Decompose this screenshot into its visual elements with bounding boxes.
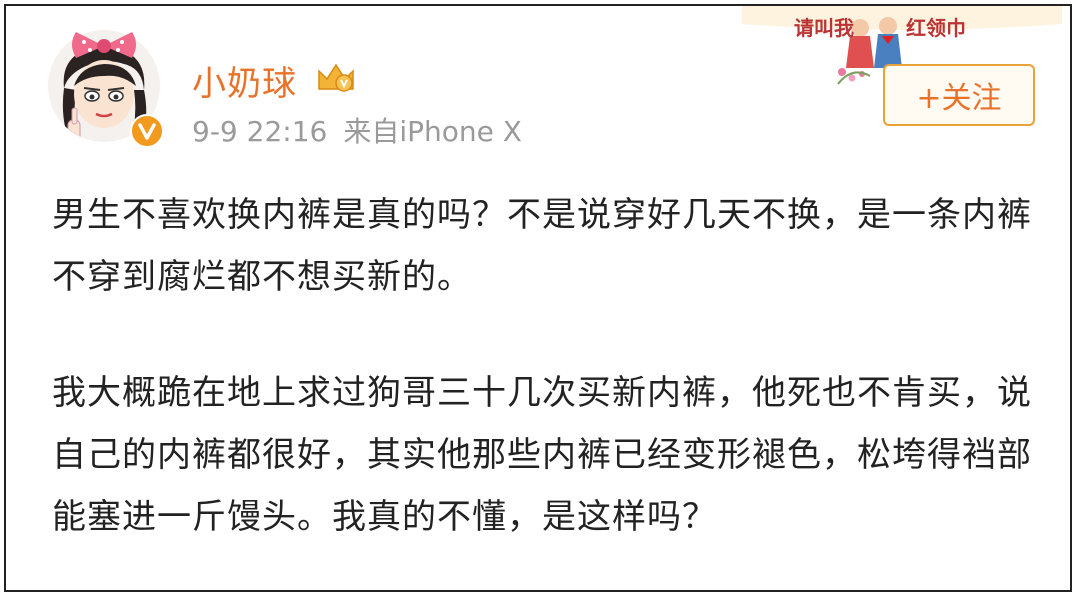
banner-left-text: 请叫我 — [794, 16, 854, 40]
banner-right-text: 红领巾 — [906, 16, 966, 40]
vip-crown-icon — [318, 63, 354, 92]
post-time: 9-9 22:16 — [192, 115, 328, 148]
follow-button[interactable]: +关注 — [883, 64, 1035, 126]
username[interactable]: 小奶球 — [192, 56, 297, 105]
post-content: 男生不喜欢换内裤是真的吗？不是说穿好几天不换，是一条内裤不穿到腐烂都不想买新的。… — [52, 184, 1042, 548]
post-meta: 9-9 22:16 来自iPhone X — [192, 110, 522, 150]
post-paragraph-1: 男生不喜欢换内裤是真的吗？不是说穿好几天不换，是一条内裤不穿到腐烂都不想买新的。 — [52, 195, 1032, 297]
verified-badge-icon — [130, 114, 164, 148]
post-source[interactable]: 来自iPhone X — [343, 115, 522, 148]
avatar[interactable] — [46, 28, 164, 148]
post-paragraph-2: 我大概跪在地上求过狗哥三十几次买新内裤，他死也不肯买，说自己的内裤都很好，其实他… — [52, 373, 1032, 537]
weibo-post-card: 小奶球 9-9 22:16 来自iPhone X 请叫我 红领巾 +关注 男生不… — [4, 4, 1072, 592]
